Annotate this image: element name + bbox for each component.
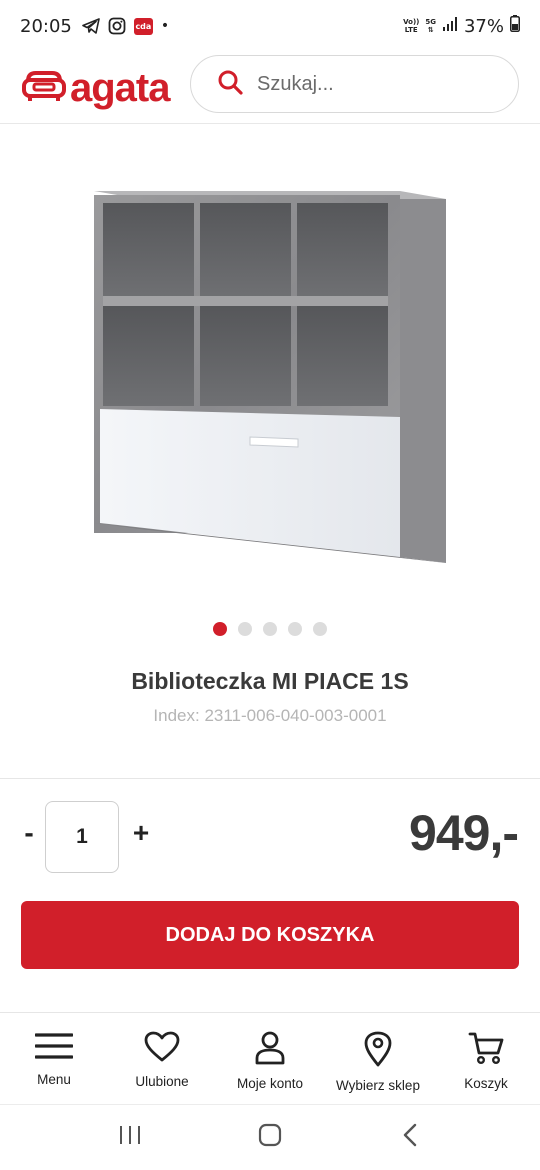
nav-cart-label: Koszyk	[464, 1076, 508, 1091]
status-bar: 20:05 cda • Vo)) LTE 5G ⇅ 37%	[0, 0, 540, 52]
carousel-dot[interactable]	[213, 622, 227, 636]
cart-icon	[468, 1031, 504, 1070]
divider	[0, 778, 540, 779]
image-carousel-dots	[0, 622, 540, 636]
carousel-dot[interactable]	[238, 622, 252, 636]
telegram-icon	[82, 17, 100, 35]
product-image[interactable]	[90, 185, 450, 570]
nav-menu[interactable]: Menu	[0, 1013, 108, 1104]
agata-logo[interactable]: agata	[22, 67, 170, 108]
menu-icon	[34, 1031, 74, 1066]
system-navigation-bar	[0, 1104, 540, 1170]
notification-icons: cda •	[82, 17, 169, 35]
recent-apps-button[interactable]	[110, 1118, 150, 1158]
nav-menu-label: Menu	[37, 1072, 71, 1087]
recent-apps-icon	[118, 1124, 142, 1151]
instagram-icon	[108, 17, 126, 35]
bottom-navigation: Menu Ulubione Moje konto Wybierz sklep K…	[0, 1012, 540, 1104]
nav-store-locator[interactable]: Wybierz sklep	[324, 1013, 432, 1104]
quantity-increase-button[interactable]: +	[128, 816, 154, 850]
home-icon	[258, 1123, 282, 1152]
search-icon	[217, 69, 243, 100]
nav-store-locator-label: Wybierz sklep	[336, 1078, 420, 1093]
back-icon	[402, 1123, 418, 1152]
home-button[interactable]	[250, 1118, 290, 1158]
system-status-icons: Vo)) LTE 5G ⇅ 37%	[403, 0, 520, 52]
sofa-logo-icon	[22, 67, 66, 108]
nav-favorites-label: Ulubione	[135, 1074, 189, 1089]
search-input[interactable]	[257, 72, 487, 96]
battery-percent: 37%	[463, 15, 504, 37]
signal-icon	[442, 16, 458, 37]
add-to-cart-button[interactable]: DODAJ DO KOSZYKA	[21, 901, 519, 969]
site-header: agata	[0, 52, 540, 124]
product-title: Biblioteczka MI PIACE 1S	[131, 668, 409, 694]
network-5g-icon: 5G ⇅	[425, 18, 436, 34]
more-notifications-dot: •	[160, 18, 170, 34]
logo-text: agata	[70, 65, 170, 110]
product-price: 949,-	[409, 805, 519, 861]
volte-icon: Vo)) LTE	[403, 18, 420, 34]
back-button[interactable]	[390, 1118, 430, 1158]
user-icon	[254, 1031, 286, 1070]
search-bar[interactable]	[190, 55, 519, 113]
product-index: Index: 2311-006-040-003-0001	[153, 706, 387, 725]
location-pin-icon	[364, 1031, 392, 1072]
nav-account[interactable]: Moje konto	[216, 1013, 324, 1104]
nav-account-label: Moje konto	[236, 1076, 304, 1091]
carousel-dot[interactable]	[313, 622, 327, 636]
nav-cart[interactable]: Koszyk	[432, 1013, 540, 1104]
cda-app-icon: cda	[133, 17, 153, 35]
battery-icon	[510, 15, 520, 37]
quantity-field[interactable]: 1	[45, 801, 119, 873]
carousel-dot[interactable]	[288, 622, 302, 636]
quantity-decrease-button[interactable]: -	[18, 816, 40, 850]
heart-icon	[144, 1031, 180, 1068]
status-time: 20:05	[20, 15, 72, 37]
nav-favorites[interactable]: Ulubione	[108, 1013, 216, 1104]
carousel-dot[interactable]	[263, 622, 277, 636]
